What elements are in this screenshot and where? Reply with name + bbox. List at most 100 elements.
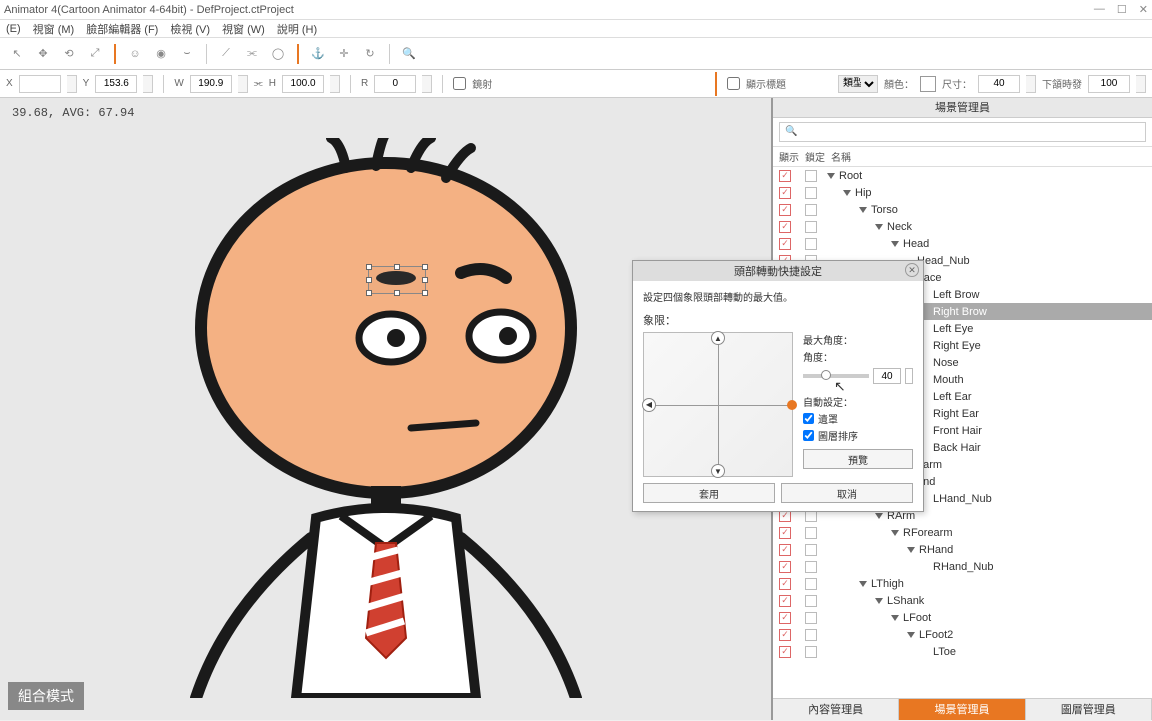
tree-row[interactable]: ✓LToe — [773, 643, 1152, 660]
tool-face-icon[interactable]: ☺ — [124, 43, 146, 65]
expander-icon[interactable] — [859, 581, 867, 587]
spinner[interactable] — [422, 75, 432, 93]
tree-row[interactable]: ✓Hip — [773, 184, 1152, 201]
link-icon[interactable]: ⫘ — [254, 78, 263, 89]
selection-box[interactable] — [368, 266, 426, 294]
arrow-down-icon[interactable]: ▼ — [711, 464, 725, 478]
apply-button[interactable]: 套用 — [643, 483, 775, 503]
visibility-checkbox[interactable]: ✓ — [779, 595, 791, 607]
expander-icon[interactable] — [907, 547, 915, 553]
spinner[interactable] — [1026, 75, 1036, 93]
lock-checkbox[interactable] — [805, 544, 817, 556]
angle-input[interactable] — [873, 368, 901, 384]
visibility-checkbox[interactable]: ✓ — [779, 544, 791, 556]
menu-item[interactable]: 說明 (H) — [277, 21, 317, 37]
spinner[interactable] — [905, 368, 913, 384]
tool-scale-icon[interactable]: ⤢ — [84, 43, 106, 65]
expander-icon[interactable] — [875, 598, 883, 604]
tool-anchor-icon[interactable]: ⚓ — [307, 43, 329, 65]
tool-cycle-icon[interactable]: ↻ — [359, 43, 381, 65]
minimize-icon[interactable]: — — [1094, 3, 1105, 16]
spinner[interactable] — [238, 75, 248, 93]
visibility-checkbox[interactable]: ✓ — [779, 170, 791, 182]
menu-item[interactable]: 檢視 (V) — [170, 21, 210, 37]
expander-icon[interactable] — [859, 207, 867, 213]
layer-order-checkbox[interactable] — [803, 430, 814, 441]
color-swatch[interactable] — [920, 76, 936, 92]
tab-content-manager[interactable]: 內容管理員 — [773, 698, 899, 720]
tab-scene-manager[interactable]: 場景管理員 — [899, 698, 1025, 720]
lock-checkbox[interactable] — [805, 595, 817, 607]
tool-bone-icon[interactable]: ⟋ — [215, 43, 237, 65]
tool-mouth-icon[interactable]: ⌣ — [176, 43, 198, 65]
visibility-checkbox[interactable]: ✓ — [779, 612, 791, 624]
visibility-checkbox[interactable]: ✓ — [779, 204, 791, 216]
expander-icon[interactable] — [875, 224, 883, 230]
lock-checkbox[interactable] — [805, 646, 817, 658]
tree-row[interactable]: ✓LThigh — [773, 575, 1152, 592]
showtitle-checkbox[interactable] — [727, 77, 740, 90]
tree-row[interactable]: ✓RForearm — [773, 524, 1152, 541]
visibility-checkbox[interactable]: ✓ — [779, 646, 791, 658]
spinner[interactable] — [1136, 75, 1146, 93]
visibility-checkbox[interactable]: ✓ — [779, 238, 791, 250]
tree-row[interactable]: ✓Neck — [773, 218, 1152, 235]
pivot-input[interactable] — [1088, 75, 1130, 93]
lock-checkbox[interactable] — [805, 561, 817, 573]
expander-icon[interactable] — [907, 632, 915, 638]
menu-item[interactable]: 視窗 (W) — [222, 21, 265, 37]
lock-checkbox[interactable] — [805, 221, 817, 233]
visibility-checkbox[interactable]: ✓ — [779, 527, 791, 539]
lock-checkbox[interactable] — [805, 204, 817, 216]
tool-move-icon[interactable]: ✥ — [32, 43, 54, 65]
tool-plus-icon[interactable]: ✛ — [333, 43, 355, 65]
expander-icon[interactable] — [843, 190, 851, 196]
tool-eye-icon[interactable]: ◉ — [150, 43, 172, 65]
size-input[interactable] — [978, 75, 1020, 93]
expander-icon[interactable] — [827, 173, 835, 179]
tree-row[interactable]: ✓Head — [773, 235, 1152, 252]
spinner[interactable] — [67, 75, 77, 93]
visibility-checkbox[interactable]: ✓ — [779, 578, 791, 590]
tree-row[interactable]: ✓Torso — [773, 201, 1152, 218]
lock-checkbox[interactable] — [805, 612, 817, 624]
mirror-checkbox[interactable] — [453, 77, 466, 90]
lock-checkbox[interactable] — [805, 578, 817, 590]
cancel-button[interactable]: 取消 — [781, 483, 913, 503]
tab-layer-manager[interactable]: 圖層管理員 — [1026, 698, 1152, 720]
spinner[interactable] — [143, 75, 153, 93]
visibility-checkbox[interactable]: ✓ — [779, 187, 791, 199]
dialog-close-icon[interactable]: ✕ — [905, 263, 919, 277]
menu-item[interactable]: 視窗 (M) — [33, 21, 75, 37]
tree-row[interactable]: ✓LFoot2 — [773, 626, 1152, 643]
tree-row[interactable]: ✓Root — [773, 167, 1152, 184]
w-input[interactable] — [190, 75, 232, 93]
expander-icon[interactable] — [891, 241, 899, 247]
lock-checkbox[interactable] — [805, 629, 817, 641]
menu-item[interactable]: 臉部編輯器 (F) — [86, 21, 158, 37]
expander-icon[interactable] — [875, 513, 883, 519]
search-input[interactable] — [779, 122, 1146, 142]
menu-item[interactable]: (E) — [6, 23, 21, 35]
type-select[interactable]: 類型 — [838, 75, 878, 93]
tree-row[interactable]: ✓LShank — [773, 592, 1152, 609]
tree-row[interactable]: ✓RHand_Nub — [773, 558, 1152, 575]
visibility-checkbox[interactable]: ✓ — [779, 221, 791, 233]
tool-link-icon[interactable]: ⫘ — [241, 43, 263, 65]
visibility-checkbox[interactable]: ✓ — [779, 561, 791, 573]
lock-checkbox[interactable] — [805, 170, 817, 182]
close-icon[interactable]: ✕ — [1139, 3, 1148, 16]
mask-checkbox[interactable] — [803, 413, 814, 424]
lock-checkbox[interactable] — [805, 527, 817, 539]
tool-rotate-icon[interactable]: ⟲ — [58, 43, 80, 65]
arrow-left-icon[interactable]: ◀ — [642, 398, 656, 412]
h-input[interactable] — [282, 75, 324, 93]
r-input[interactable] — [374, 75, 416, 93]
angle-slider[interactable] — [803, 374, 869, 378]
arrow-up-icon[interactable]: ▲ — [711, 331, 725, 345]
tool-pointer-icon[interactable]: ↖ — [6, 43, 28, 65]
quadrant-control[interactable]: ▲ ▼ ◀ — [643, 332, 793, 477]
quadrant-marker[interactable] — [787, 400, 797, 410]
y-input[interactable] — [95, 75, 137, 93]
expander-icon[interactable] — [891, 530, 899, 536]
